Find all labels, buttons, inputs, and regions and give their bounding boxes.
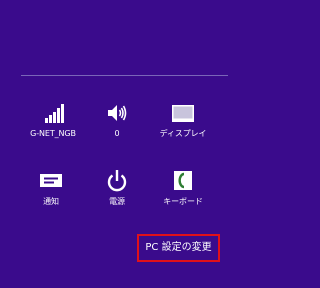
notifications-tile[interactable]: 通知 <box>18 169 84 225</box>
keyboard-tile[interactable]: キーボード <box>150 169 216 225</box>
settings-charm-pane: G-NET_NGB 0 ディスプレイ 通知 電源 キーボード PC 設定の変更 <box>0 0 247 288</box>
display-label: ディスプレイ <box>159 129 207 138</box>
keyboard-icon <box>174 171 192 190</box>
notification-icon <box>40 174 62 187</box>
notifications-label: 通知 <box>43 197 59 206</box>
power-icon <box>107 170 127 192</box>
change-pc-settings-link[interactable]: PC 設定の変更 <box>137 234 220 262</box>
volume-label: 0 <box>114 129 120 138</box>
speaker-volume-icon <box>108 105 127 121</box>
keyboard-label: キーボード <box>163 197 203 206</box>
volume-tile[interactable]: 0 <box>84 101 150 157</box>
power-label: 電源 <box>109 197 125 206</box>
network-tile[interactable]: G-NET_NGB <box>20 101 86 157</box>
wifi-signal-icon <box>45 104 64 123</box>
display-tile[interactable]: ディスプレイ <box>150 101 216 157</box>
network-label: G-NET_NGB <box>30 129 76 138</box>
display-icon <box>172 105 194 122</box>
power-tile[interactable]: 電源 <box>84 169 150 225</box>
divider <box>21 75 228 76</box>
